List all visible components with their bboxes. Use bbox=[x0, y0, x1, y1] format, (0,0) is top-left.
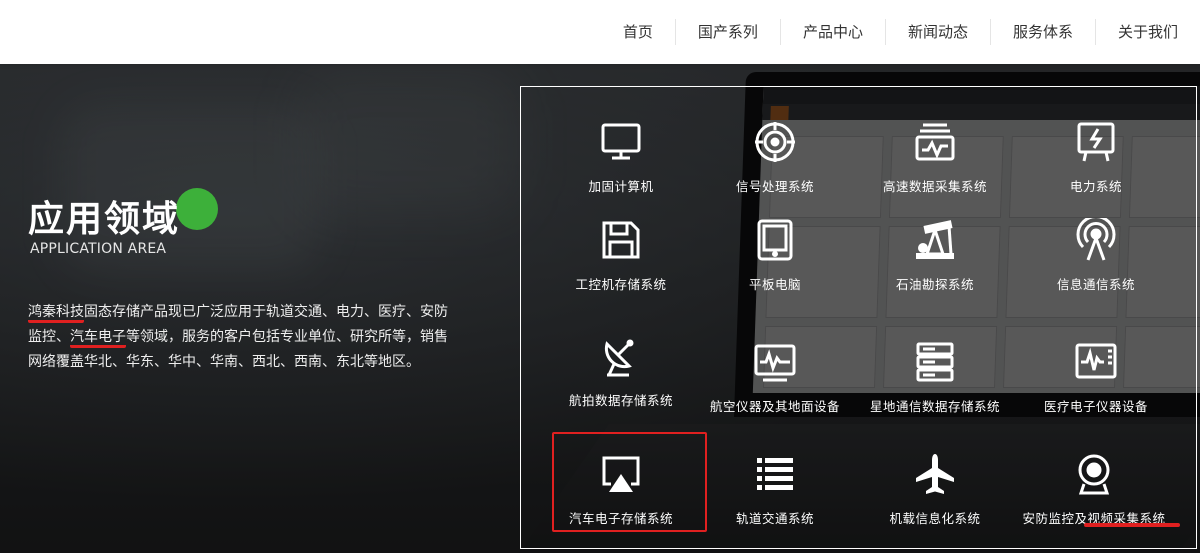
oil-pump-icon bbox=[916, 220, 954, 259]
nav-news[interactable]: 新闻动态 bbox=[884, 19, 990, 45]
company-name: 鸿秦科技 bbox=[28, 304, 84, 323]
nav-service[interactable]: 服务体系 bbox=[989, 19, 1095, 45]
area-item[interactable]: 航空仪器及其地面设备 bbox=[700, 340, 850, 415]
highlight-underline-security bbox=[1084, 523, 1180, 527]
nav-products[interactable]: 产品中心 bbox=[779, 19, 885, 45]
area-item[interactable]: 平板电脑 bbox=[700, 218, 850, 293]
area-item[interactable]: 机载信息化系统 bbox=[860, 452, 1010, 527]
airplane-icon bbox=[916, 454, 954, 494]
floppy-disk-icon bbox=[602, 221, 640, 259]
nav-home[interactable]: 首页 bbox=[601, 19, 675, 45]
section-description: 鸿秦科技固态存储产品现已广泛应用于轨道交通、电力、医疗、安防监控、汽车电子等领域… bbox=[28, 304, 448, 370]
monitor-icon bbox=[601, 123, 641, 160]
area-item[interactable]: 工控机存储系统 bbox=[546, 218, 696, 293]
highlight-box-auto-electronics bbox=[552, 432, 707, 532]
area-item[interactable]: 信息通信系统 bbox=[1021, 218, 1171, 293]
data-waveform-icon bbox=[915, 123, 955, 161]
area-item[interactable]: 星地通信数据存储系统 bbox=[860, 340, 1010, 415]
area-item[interactable]: 信号处理系统 bbox=[700, 120, 850, 195]
satellite-dish-icon bbox=[604, 339, 634, 377]
medical-monitor-icon bbox=[1075, 343, 1117, 379]
area-item[interactable]: 电力系统 bbox=[1021, 120, 1171, 195]
area-item[interactable]: 加固计算机 bbox=[546, 120, 696, 195]
auto-electronics-highlight: 汽车电子 bbox=[70, 329, 126, 348]
power-board-icon bbox=[1077, 122, 1115, 162]
area-item[interactable]: 安防监控及视频采集系统 bbox=[1019, 452, 1169, 527]
webcam-icon bbox=[1078, 454, 1110, 495]
title-block: 应用领域 bbox=[28, 188, 218, 242]
oscilloscope-icon bbox=[754, 344, 796, 382]
server-rack-icon bbox=[916, 342, 954, 382]
antenna-icon bbox=[1076, 218, 1116, 261]
green-dot-decoration bbox=[176, 188, 218, 230]
area-item[interactable]: 轨道交通系统 bbox=[700, 452, 850, 527]
area-item[interactable]: 高速数据采集系统 bbox=[860, 120, 1010, 195]
target-icon bbox=[755, 122, 795, 162]
main-nav: 首页 国产系列 产品中心 新闻动态 服务体系 关于我们 bbox=[601, 0, 1200, 64]
area-item[interactable]: 石油勘探系统 bbox=[860, 218, 1010, 293]
header: 首页 国产系列 产品中心 新闻动态 服务体系 关于我们 bbox=[0, 0, 1200, 64]
section-title: 应用领域 bbox=[28, 199, 181, 240]
list-icon bbox=[757, 458, 793, 490]
nav-about[interactable]: 关于我们 bbox=[1094, 19, 1200, 45]
section-subtitle: APPLICATION AREA bbox=[30, 241, 167, 257]
area-item[interactable]: 航拍数据存储系统 bbox=[546, 334, 696, 409]
area-item[interactable]: 医疗电子仪器设备 bbox=[1021, 340, 1171, 415]
nav-domestic-series[interactable]: 国产系列 bbox=[674, 19, 780, 45]
tablet-icon bbox=[757, 219, 793, 261]
